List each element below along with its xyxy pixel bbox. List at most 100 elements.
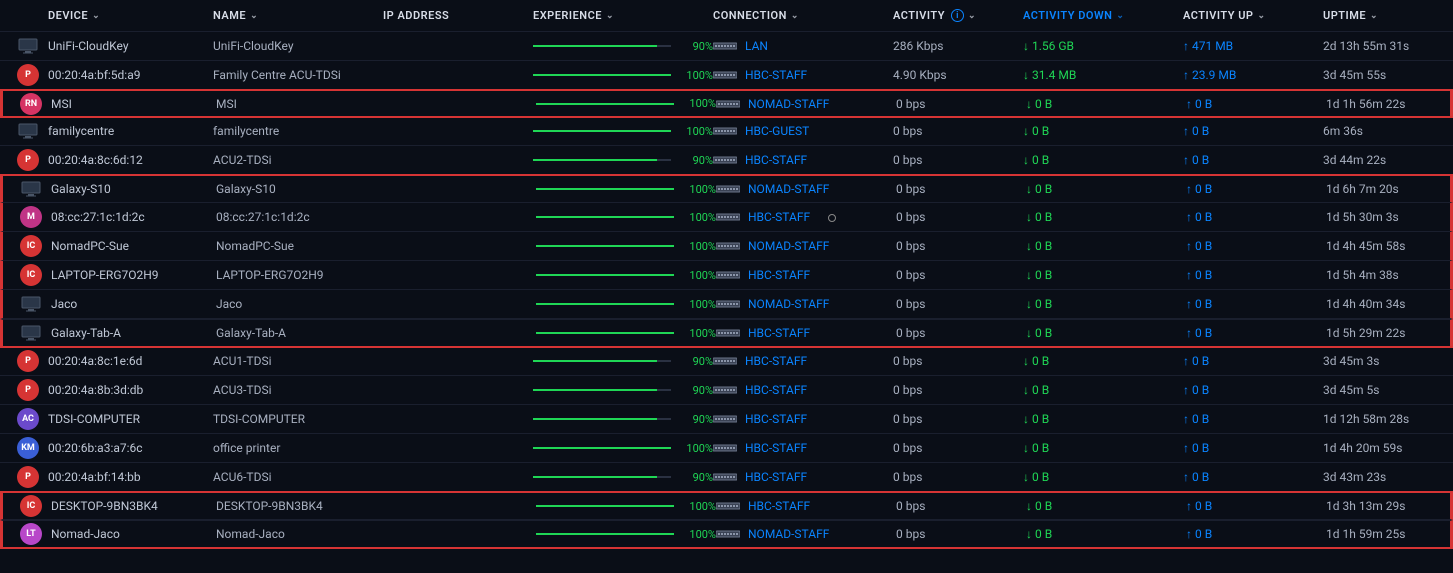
device-cell[interactable]: 00:20:4a:8b:3d:db bbox=[48, 383, 213, 397]
connection-link[interactable]: HBC-STAFF bbox=[745, 441, 807, 455]
connection-cell[interactable]: HBC-STAFF bbox=[713, 470, 893, 484]
device-cell[interactable]: NomadPC-Sue bbox=[51, 239, 216, 253]
connection-cell[interactable]: NOMAD-STAFF bbox=[716, 297, 896, 311]
table-row[interactable]: ACTDSI-COMPUTERTDSI-COMPUTER90%HBC-STAFF… bbox=[0, 405, 1453, 434]
connection-link[interactable]: NOMAD-STAFF bbox=[748, 97, 829, 111]
connection-link[interactable]: NOMAD-STAFF bbox=[748, 239, 829, 253]
connection-link[interactable]: HBC-STAFF bbox=[748, 326, 810, 340]
connection-cell[interactable]: HBC-STAFF bbox=[713, 68, 893, 82]
table-row[interactable]: RNMSIMSI100%NOMAD-STAFF0 bps↓0 B↑0 B1d 1… bbox=[0, 89, 1453, 118]
connection-link[interactable]: HBC-STAFF bbox=[748, 210, 810, 224]
connection-link[interactable]: NOMAD-STAFF bbox=[748, 297, 829, 311]
device-cell[interactable]: 00:20:6b:a3:a7:6c bbox=[48, 441, 213, 455]
experience-value: 100% bbox=[682, 500, 716, 513]
table-row[interactable]: P00:20:4a:bf:14:bbACU6-TDSi90%HBC-STAFF0… bbox=[0, 463, 1453, 492]
client-badge-icon: KM bbox=[17, 437, 39, 459]
device-cell[interactable]: LAPTOP-ERG7O2H9 bbox=[51, 268, 216, 282]
activity-cell: 0 bps bbox=[896, 499, 1026, 513]
connection-cell[interactable]: HBC-STAFF bbox=[713, 412, 893, 426]
info-icon[interactable]: i bbox=[951, 9, 964, 22]
table-row[interactable]: Galaxy-S10Galaxy-S10100%NOMAD-STAFF0 bps… bbox=[0, 174, 1453, 203]
col-header-activity-down[interactable]: ACTIVITY DOWN ⌄ bbox=[1023, 9, 1183, 22]
switch-icon bbox=[716, 99, 740, 109]
name-cell: LAPTOP-ERG7O2H9 bbox=[216, 268, 386, 282]
col-header-connection[interactable]: CONNECTION ⌄ bbox=[713, 9, 893, 22]
col-header-activity[interactable]: ACTIVITY i ⌄ bbox=[893, 9, 1023, 22]
col-header-activity-up[interactable]: ACTIVITY UP ⌄ bbox=[1183, 9, 1323, 22]
device-cell[interactable]: DESKTOP-9BN3BK4 bbox=[51, 499, 216, 513]
connection-link[interactable]: HBC-STAFF bbox=[745, 470, 807, 484]
connection-cell[interactable]: NOMAD-STAFF bbox=[716, 239, 896, 253]
device-cell[interactable]: familycentre bbox=[48, 124, 213, 138]
col-header-ip[interactable]: IP ADDRESS bbox=[383, 9, 533, 22]
connection-link[interactable]: HBC-STAFF bbox=[745, 68, 807, 82]
connection-link[interactable]: HBC-STAFF bbox=[748, 268, 810, 282]
device-cell[interactable]: Galaxy-Tab-A bbox=[51, 326, 216, 340]
connection-cell[interactable]: HBC-GUEST bbox=[713, 124, 893, 138]
connection-cell[interactable]: HBC-STAFF bbox=[716, 268, 896, 282]
chevron-down-icon: ⌄ bbox=[1116, 11, 1124, 21]
device-cell[interactable]: 00:20:4a:8c:1e:6d bbox=[48, 354, 213, 368]
experience-cell: 90% bbox=[533, 154, 713, 167]
uptime-cell: 1d 4h 20m 59s bbox=[1323, 441, 1453, 455]
table-row[interactable]: KM00:20:6b:a3:a7:6coffice printer100%HBC… bbox=[0, 434, 1453, 463]
name-cell: ACU2-TDSi bbox=[213, 153, 383, 167]
header-label: UPTIME bbox=[1323, 9, 1366, 22]
connection-cell[interactable]: HBC-STAFF bbox=[716, 326, 896, 340]
down-value: 0 B bbox=[1035, 326, 1052, 340]
device-cell[interactable]: 00:20:4a:bf:14:bb bbox=[48, 470, 213, 484]
table-row[interactable]: LTNomad-JacoNomad-Jaco100%NOMAD-STAFF0 b… bbox=[0, 520, 1453, 549]
table-row[interactable]: Galaxy-Tab-AGalaxy-Tab-A100%HBC-STAFF0 b… bbox=[0, 319, 1453, 348]
arrow-up-icon: ↑ bbox=[1186, 326, 1192, 340]
experience-cell: 100% bbox=[533, 125, 713, 138]
connection-cell[interactable]: HBC-STAFF bbox=[716, 499, 896, 513]
device-cell[interactable]: UniFi-CloudKey bbox=[48, 39, 213, 53]
experience-cell: 90% bbox=[533, 471, 713, 484]
connection-link[interactable]: HBC-STAFF bbox=[745, 383, 807, 397]
device-cell[interactable]: Galaxy-S10 bbox=[51, 182, 216, 196]
connection-link[interactable]: HBC-STAFF bbox=[748, 499, 810, 513]
device-cell[interactable]: Jaco bbox=[51, 297, 216, 311]
col-header-uptime[interactable]: UPTIME ⌄ bbox=[1323, 9, 1453, 22]
connection-cell[interactable]: HBC-STAFF bbox=[713, 441, 893, 455]
table-row[interactable]: P00:20:4a:8c:1e:6dACU1-TDSi90%HBC-STAFF0… bbox=[0, 347, 1453, 376]
table-row[interactable]: M08:cc:27:1c:1d:2c08:cc:27:1c:1d:2c100%H… bbox=[0, 203, 1453, 232]
connection-cell[interactable]: NOMAD-STAFF bbox=[716, 182, 896, 196]
connection-cell[interactable]: HBC-STAFF bbox=[713, 354, 893, 368]
device-cell[interactable]: 00:20:4a:8c:6d:12 bbox=[48, 153, 213, 167]
device-cell[interactable]: 00:20:4a:bf:5d:a9 bbox=[48, 68, 213, 82]
connection-link[interactable]: NOMAD-STAFF bbox=[748, 182, 829, 196]
table-row[interactable]: JacoJaco100%NOMAD-STAFF0 bps↓0 B↑0 B1d 4… bbox=[0, 290, 1453, 319]
table-row[interactable]: UniFi-CloudKeyUniFi-CloudKey90%LAN286 Kb… bbox=[0, 32, 1453, 61]
connection-cell[interactable]: HBC-STAFF bbox=[716, 210, 896, 224]
col-header-experience[interactable]: EXPERIENCE ⌄ bbox=[533, 9, 713, 22]
connection-link[interactable]: HBC-GUEST bbox=[745, 124, 809, 138]
table-row[interactable]: familycentrefamilycentre100%HBC-GUEST0 b… bbox=[0, 117, 1453, 146]
col-header-name[interactable]: NAME ⌄ bbox=[213, 9, 383, 22]
table-row[interactable]: P00:20:4a:8b:3d:dbACU3-TDSi90%HBC-STAFF0… bbox=[0, 376, 1453, 405]
experience-cell: 100% bbox=[536, 327, 716, 340]
table-row[interactable]: P00:20:4a:bf:5d:a9Family Centre ACU-TDSi… bbox=[0, 61, 1453, 90]
device-cell[interactable]: Nomad-Jaco bbox=[51, 527, 216, 541]
connection-link[interactable]: NOMAD-STAFF bbox=[748, 527, 829, 541]
device-cell[interactable]: TDSI-COMPUTER bbox=[48, 412, 213, 426]
connection-link[interactable]: HBC-STAFF bbox=[745, 153, 807, 167]
connection-link[interactable]: HBC-STAFF bbox=[745, 354, 807, 368]
table-row[interactable]: ICNomadPC-SueNomadPC-Sue100%NOMAD-STAFF0… bbox=[0, 232, 1453, 261]
arrow-up-icon: ↑ bbox=[1186, 297, 1192, 311]
table-row[interactable]: ICLAPTOP-ERG7O2H9LAPTOP-ERG7O2H9100%HBC-… bbox=[0, 261, 1453, 290]
experience-value: 90% bbox=[679, 154, 713, 167]
device-cell[interactable]: 08:cc:27:1c:1d:2c bbox=[51, 210, 216, 224]
col-header-device[interactable]: DEVICE ⌄ bbox=[48, 9, 213, 22]
name-cell: Galaxy-Tab-A bbox=[216, 326, 386, 340]
table-row[interactable]: P00:20:4a:8c:6d:12ACU2-TDSi90%HBC-STAFF0… bbox=[0, 146, 1453, 175]
connection-link[interactable]: HBC-STAFF bbox=[745, 412, 807, 426]
connection-cell[interactable]: NOMAD-STAFF bbox=[716, 527, 896, 541]
connection-cell[interactable]: LAN bbox=[713, 39, 893, 53]
table-row[interactable]: ICDESKTOP-9BN3BK4DESKTOP-9BN3BK4100%HBC-… bbox=[0, 491, 1453, 520]
connection-cell[interactable]: HBC-STAFF bbox=[713, 153, 893, 167]
connection-cell[interactable]: NOMAD-STAFF bbox=[716, 97, 896, 111]
connection-cell[interactable]: HBC-STAFF bbox=[713, 383, 893, 397]
connection-link[interactable]: LAN bbox=[745, 39, 768, 53]
device-cell[interactable]: MSI bbox=[51, 97, 216, 111]
